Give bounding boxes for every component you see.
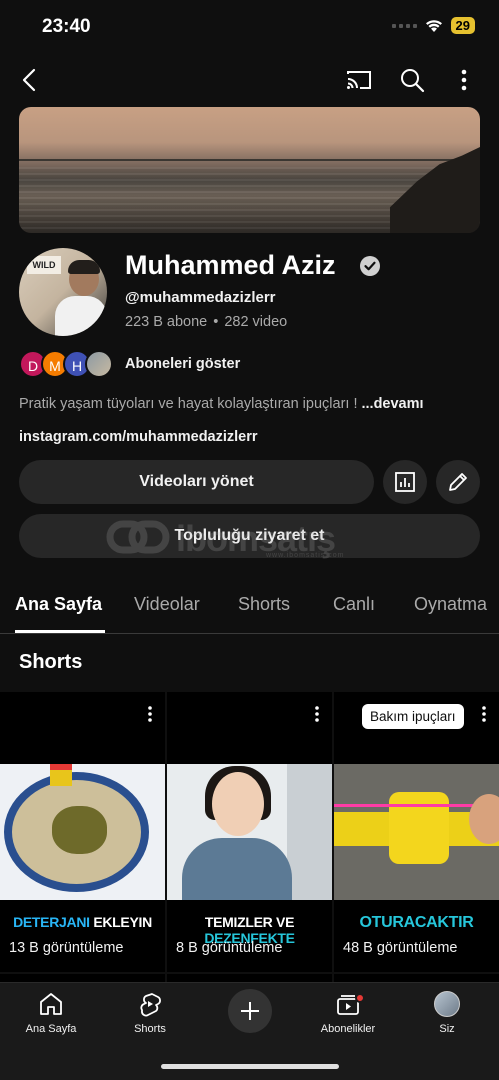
home-indicator <box>161 1064 339 1069</box>
thumbnail-bottle <box>50 764 72 786</box>
short-card[interactable]: TEMIZLER VE DEZENFEKTE 8 B görüntüleme <box>167 692 332 972</box>
subscriber-avatar-photo <box>85 350 113 378</box>
plus-icon <box>241 1002 259 1020</box>
edit-channel-button[interactable] <box>436 460 480 504</box>
tab-home[interactable]: Ana Sayfa <box>15 594 102 615</box>
short-views: 13 B görüntüleme <box>9 940 124 956</box>
edit-icon <box>449 473 467 491</box>
short-thumbnail <box>167 764 332 900</box>
nav-home[interactable]: Ana Sayfa <box>6 991 96 1035</box>
channel-handle: @muhammedazizlerr <box>125 289 276 306</box>
create-circle <box>228 989 272 1033</box>
short-caption: OTURACAKTIR <box>359 914 474 931</box>
nav-shorts-label: Shorts <box>134 1023 166 1035</box>
channel-banner[interactable] <box>19 107 480 233</box>
short-views: 8 B görüntüleme <box>176 940 283 956</box>
home-icon <box>40 993 62 1015</box>
active-tab-indicator <box>15 630 105 633</box>
back-icon <box>22 68 36 92</box>
thumbnail-person-face <box>212 772 264 836</box>
user-avatar <box>434 991 460 1017</box>
search-icon <box>401 69 425 93</box>
channel-avatar[interactable]: WILD <box>19 248 107 336</box>
short-tag: Bakım ipuçları <box>362 704 464 729</box>
channel-name: Muhammed Aziz <box>125 250 336 280</box>
short-thumbnail <box>0 764 165 900</box>
short-caption: DETERJANI EKLEYIN <box>13 914 152 930</box>
tab-live[interactable]: Canlı <box>333 594 375 615</box>
analytics-button[interactable] <box>383 460 427 504</box>
channel-tabs: Ana Sayfa Videolar Shorts Canlı Oynatma <box>0 584 499 634</box>
manage-videos-label: Videoları yönet <box>139 473 254 490</box>
top-app-bar <box>0 58 499 102</box>
video-count: 282 video <box>224 314 288 330</box>
status-indicators: 29 <box>391 17 475 34</box>
verified-icon <box>360 256 380 276</box>
next-row-peek <box>0 974 165 982</box>
status-time: 23:40 <box>42 16 91 37</box>
shorts-icon <box>140 993 161 1017</box>
thumbnail-person-body <box>182 838 292 900</box>
channel-description[interactable]: Pratik yaşam tüyoları ve hayat kolaylaşt… <box>19 396 424 412</box>
channel-link[interactable]: instagram.com/muhammedazizlerr <box>19 429 258 445</box>
short-views: 48 B görüntüleme <box>343 940 458 956</box>
nav-home-label: Ana Sayfa <box>25 1023 77 1035</box>
nav-subscriptions-label: Abonelikler <box>320 1023 376 1035</box>
tab-playlists[interactable]: Oynatma <box>414 594 487 615</box>
show-subscribers-label: Aboneleri göster <box>125 356 241 372</box>
nav-subscriptions[interactable]: Abonelikler <box>303 991 393 1035</box>
shorts-section-title: Shorts <box>19 651 83 673</box>
show-subscribers-row[interactable]: D M H Aboneleri göster <box>19 348 319 380</box>
short-card[interactable]: DETERJANI EKLEYIN 13 B görüntüleme <box>0 692 165 972</box>
avatar-sign: WILD <box>27 256 61 274</box>
avatar-hair <box>68 260 100 274</box>
thumbnail-plate <box>4 772 149 892</box>
visit-community-button[interactable]: Topluluğu ziyaret et <box>19 514 480 558</box>
more-options-button[interactable] <box>452 66 476 94</box>
search-button[interactable] <box>398 66 426 94</box>
status-bar: 23:40 29 <box>0 0 499 54</box>
thumbnail-pipe-joint <box>389 792 449 864</box>
avatar-body <box>55 296 107 336</box>
short-thumbnail <box>334 764 499 900</box>
notification-dot <box>355 993 365 1003</box>
short-card[interactable]: Bakım ipuçları OTURACAKTIR 48 B görüntül… <box>334 692 499 972</box>
tab-videos[interactable]: Videolar <box>134 594 200 615</box>
stats-separator: • <box>213 314 219 330</box>
subscriber-count: 223 B abone <box>125 314 208 330</box>
thumbnail-shelf <box>287 764 332 900</box>
back-button[interactable] <box>16 66 44 94</box>
description-text: Pratik yaşam tüyoları ve hayat kolaylaşt… <box>19 396 358 412</box>
manage-videos-button[interactable]: Videoları yönet <box>19 460 374 504</box>
cellular-signal-icon <box>391 23 417 28</box>
cast-icon <box>347 71 371 89</box>
banner-horizon <box>19 159 480 161</box>
nav-shorts[interactable]: Shorts <box>105 991 195 1035</box>
more-vertical-icon[interactable] <box>143 704 157 724</box>
channel-stats: 223 B abone • 282 video <box>125 314 287 330</box>
analytics-icon <box>395 472 415 492</box>
more-vertical-icon[interactable] <box>477 704 491 724</box>
tab-shorts[interactable]: Shorts <box>238 594 290 615</box>
create-button[interactable] <box>205 989 295 1033</box>
more-vertical-icon[interactable] <box>310 704 324 724</box>
cast-button[interactable] <box>344 66 374 94</box>
nav-you-label: Siz <box>439 1023 455 1035</box>
battery-indicator: 29 <box>450 17 475 34</box>
wifi-icon <box>425 19 442 32</box>
nav-you[interactable]: Siz <box>402 991 492 1035</box>
next-row-peek <box>334 974 499 982</box>
more-vertical-icon <box>461 69 467 91</box>
next-row-peek <box>167 974 332 982</box>
visit-community-label: Topluluğu ziyaret et <box>174 527 325 544</box>
description-more-link[interactable]: ...devamı <box>361 396 423 412</box>
